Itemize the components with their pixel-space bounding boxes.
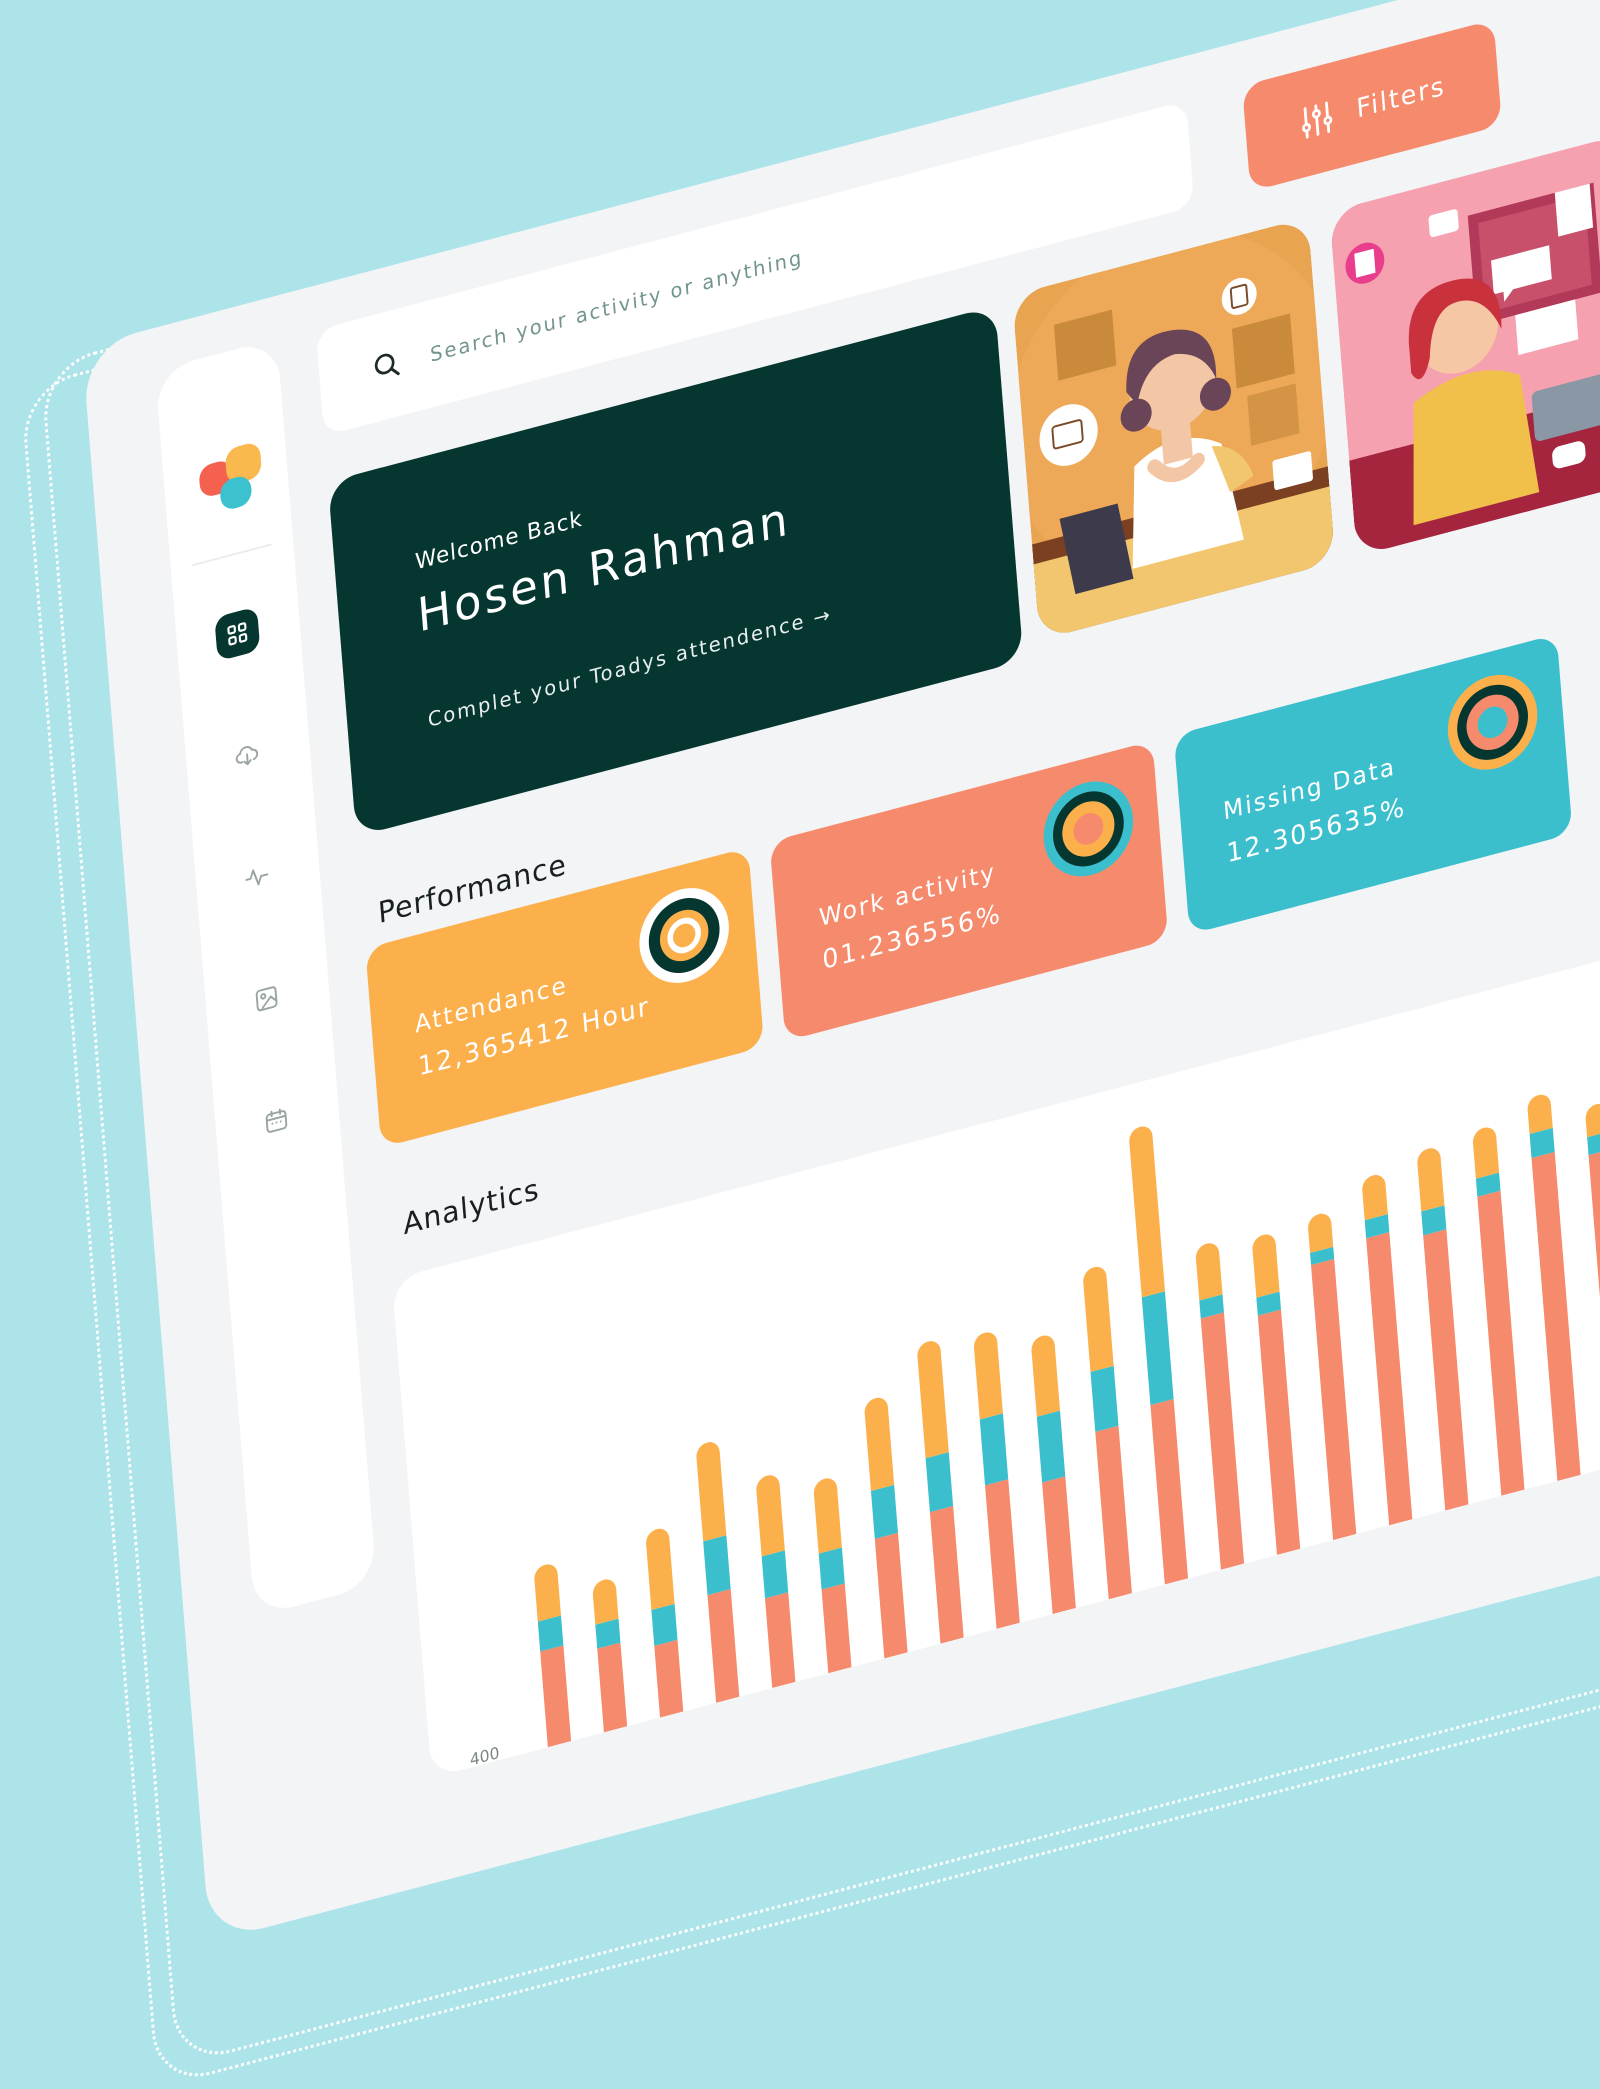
attendance-ring-icon — [639, 888, 729, 983]
chart-bar-segment[interactable] — [1423, 1229, 1469, 1511]
chart-bar-segment[interactable] — [929, 1505, 964, 1644]
chart-bar-segment[interactable] — [1200, 1312, 1245, 1570]
chart-bar-segment[interactable] — [1083, 1276, 1114, 1373]
sliders-icon — [1302, 101, 1333, 139]
chart-bar-segment[interactable] — [979, 1413, 1009, 1486]
chart-bar-segment[interactable] — [1036, 1410, 1066, 1483]
work-activity-ring-icon — [1043, 781, 1134, 877]
chart-bar-group[interactable] — [1416, 1146, 1469, 1511]
app-logo[interactable] — [197, 440, 266, 519]
chart-bar-segment[interactable] — [1531, 1151, 1581, 1482]
chart-bar-segment[interactable] — [1366, 1232, 1413, 1526]
chart-bar-group[interactable] — [755, 1473, 796, 1689]
chart-bar-group[interactable] — [1082, 1264, 1132, 1600]
chart-bar-segment[interactable] — [1141, 1291, 1174, 1406]
calendar-icon — [265, 1108, 288, 1133]
activity-icon — [245, 869, 269, 886]
chart-bar-group[interactable] — [813, 1476, 852, 1674]
chart-bar-segment[interactable] — [1042, 1476, 1076, 1615]
image-icon — [255, 986, 278, 1012]
chart-bar-group[interactable] — [1527, 1092, 1581, 1482]
chart-bar-segment[interactable] — [874, 1532, 908, 1659]
sidebar-divider — [192, 543, 272, 567]
chart-bar-segment[interactable] — [1588, 1149, 1600, 1467]
chart-bar-segment[interactable] — [597, 1642, 628, 1733]
chart-bar-segment[interactable] — [537, 1615, 564, 1652]
chart-bar-segment[interactable] — [1477, 1190, 1525, 1496]
chart-bar-segment[interactable] — [917, 1350, 949, 1459]
grid-icon — [227, 622, 248, 646]
chart-bar-group[interactable] — [1128, 1124, 1189, 1585]
chart-bar-segment[interactable] — [925, 1452, 954, 1513]
chart-bar-group[interactable] — [533, 1562, 572, 1748]
chart-bar-group[interactable] — [1361, 1172, 1413, 1526]
chart-bar-segment[interactable] — [651, 1603, 678, 1646]
chart-bar-segment[interactable] — [765, 1592, 796, 1689]
chart-bar-group[interactable] — [695, 1440, 740, 1703]
chart-bar-segment[interactable] — [1310, 1258, 1357, 1541]
filters-label: Filters — [1355, 71, 1447, 125]
chart-bar-segment[interactable] — [818, 1547, 845, 1590]
sidebar-item-gallery[interactable] — [244, 971, 290, 1026]
chart-bar-group[interactable] — [592, 1577, 628, 1733]
chart-bar-segment[interactable] — [821, 1583, 852, 1674]
chart-bar-segment[interactable] — [703, 1535, 731, 1596]
chart-bar-segment[interactable] — [1129, 1135, 1165, 1298]
chart-bar-segment[interactable] — [761, 1550, 789, 1599]
chart-bar-segment[interactable] — [654, 1639, 684, 1718]
chart-bar-group[interactable] — [973, 1330, 1020, 1629]
sidebar-item-dashboard[interactable] — [214, 606, 261, 662]
chart-bar-group[interactable] — [1195, 1241, 1245, 1570]
chart-bar-group[interactable] — [645, 1526, 684, 1718]
chart-bar-segment[interactable] — [870, 1484, 898, 1539]
user-name: Hosen Rahman — [415, 490, 793, 643]
chart-bar-group[interactable] — [1472, 1125, 1525, 1496]
sidebar-item-download[interactable] — [224, 728, 270, 783]
missing-data-ring-icon — [1447, 674, 1538, 770]
chart-bar-segment[interactable] — [985, 1479, 1020, 1629]
chart-bar-segment[interactable] — [707, 1589, 740, 1703]
chart-bar-segment[interactable] — [1257, 1309, 1301, 1555]
chart-bar-group[interactable] — [1307, 1211, 1357, 1541]
chart-bar-group[interactable] — [916, 1338, 964, 1644]
chart-bar-group[interactable] — [864, 1395, 908, 1659]
chart-bar-segment[interactable] — [540, 1645, 572, 1748]
chart-bar-segment[interactable] — [1150, 1398, 1189, 1585]
chart-bar-group[interactable] — [1585, 1101, 1600, 1467]
search-icon — [374, 353, 400, 376]
chart-bar-segment[interactable] — [1095, 1425, 1132, 1600]
sidebar-item-calendar[interactable] — [253, 1093, 299, 1148]
cloud-download-icon — [235, 745, 259, 766]
chart-bar-segment[interactable] — [1090, 1365, 1119, 1432]
chart-bar-group[interactable] — [1252, 1232, 1301, 1555]
chart-bar-group[interactable] — [1031, 1333, 1076, 1615]
sidebar-item-activity[interactable] — [234, 850, 280, 905]
